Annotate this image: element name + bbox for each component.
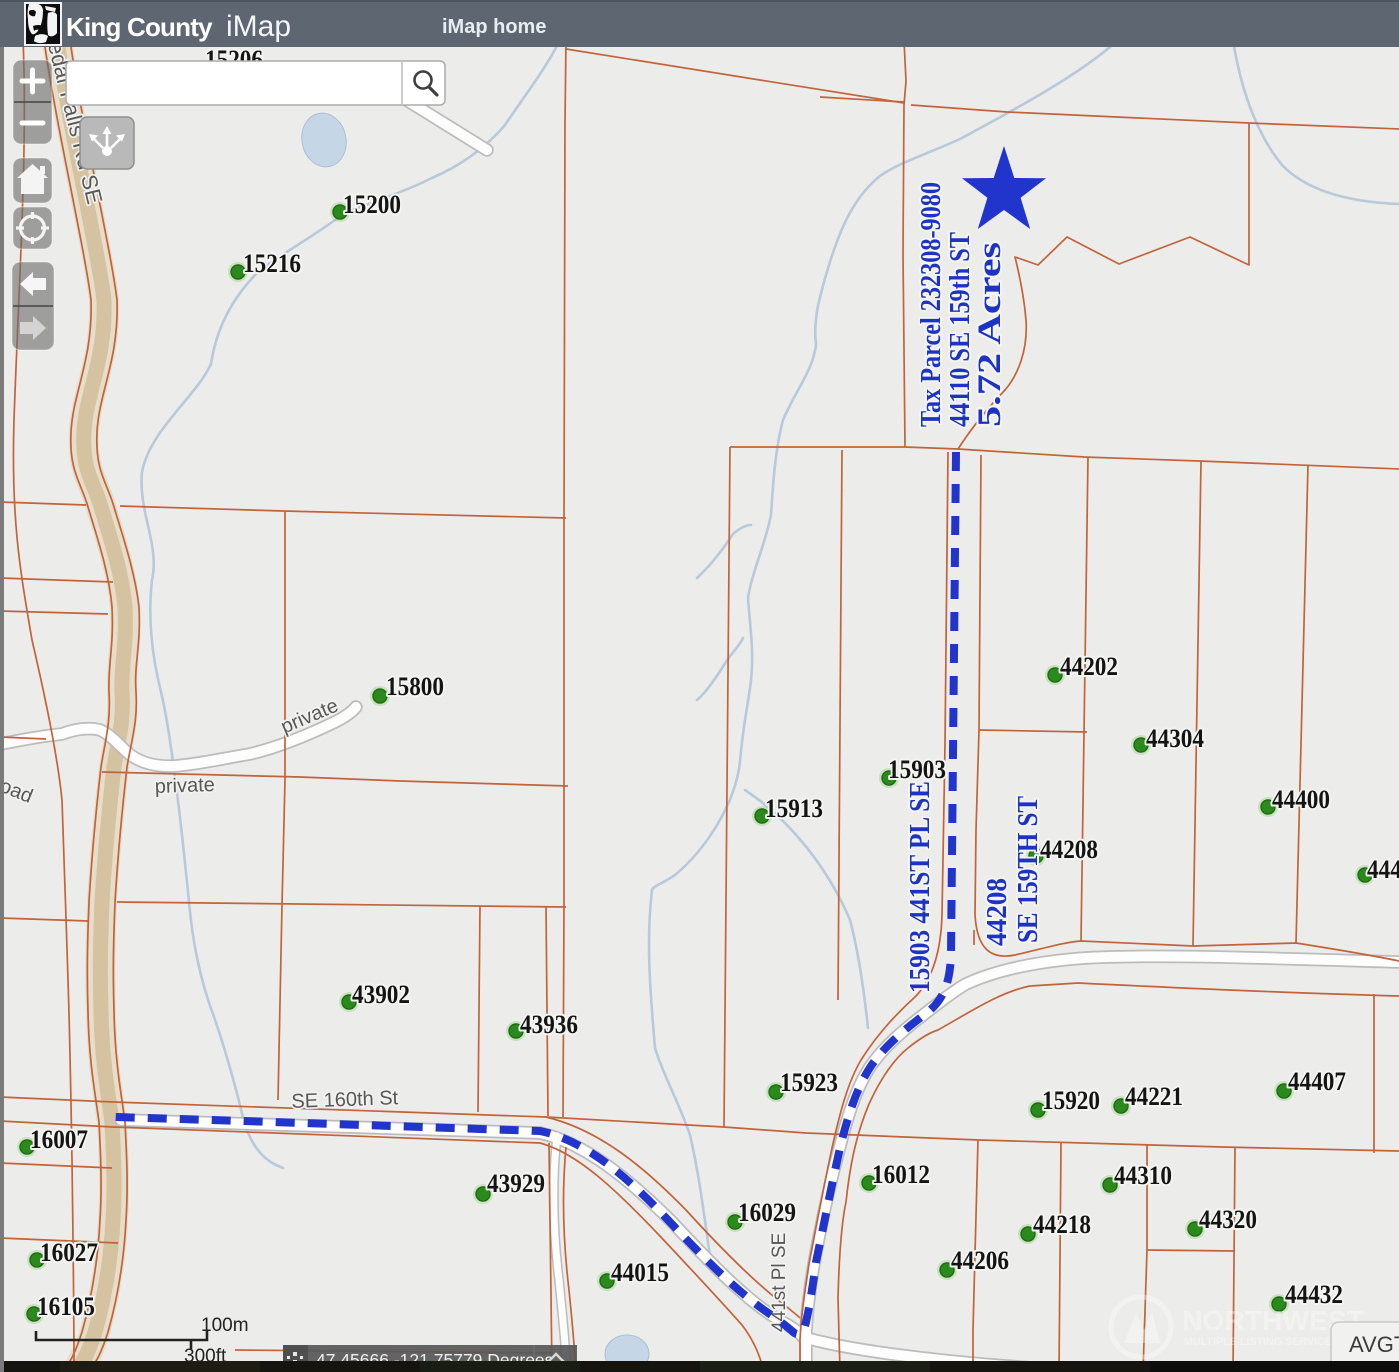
svg-text:16029: 16029 <box>738 1198 796 1227</box>
svg-text:5.72 Acres: 5.72 Acres <box>972 242 1008 427</box>
svg-text:iMap home: iMap home <box>442 16 546 38</box>
svg-text:100m: 100m <box>201 1315 249 1336</box>
svg-text:44320: 44320 <box>1199 1205 1257 1234</box>
svg-text:44432: 44432 <box>1367 855 1399 884</box>
svg-text:SE 160th St: SE 160th St <box>291 1087 399 1113</box>
svg-text:44221: 44221 <box>1125 1082 1183 1111</box>
svg-text:44208: 44208 <box>1040 835 1098 864</box>
svg-text:King County: King County <box>66 12 213 42</box>
svg-text:iMap: iMap <box>226 10 291 43</box>
svg-text:44208: 44208 <box>982 878 1013 946</box>
svg-text:44400: 44400 <box>1272 785 1330 814</box>
svg-text:15913: 15913 <box>765 794 823 823</box>
svg-text:16105: 16105 <box>37 1292 95 1321</box>
svg-text:44218: 44218 <box>1033 1210 1091 1239</box>
svg-text:441st Pl SE: 441st Pl SE <box>769 1233 790 1332</box>
svg-text:16012: 16012 <box>872 1160 930 1189</box>
svg-text:16007: 16007 <box>30 1125 88 1154</box>
svg-text:SE 159TH ST: SE 159TH ST <box>1013 796 1044 943</box>
svg-text:44304: 44304 <box>1146 724 1204 753</box>
svg-text:44202: 44202 <box>1060 652 1118 681</box>
svg-text:15903: 15903 <box>888 755 946 784</box>
svg-text:15920: 15920 <box>1042 1086 1100 1115</box>
svg-text:MULTIPLE LISTING SERVICE: MULTIPLE LISTING SERVICE <box>1184 1336 1332 1348</box>
svg-text:15923: 15923 <box>780 1068 838 1097</box>
svg-text:private: private <box>154 774 215 798</box>
svg-text:15200: 15200 <box>343 190 401 219</box>
svg-text:44407: 44407 <box>1288 1067 1346 1096</box>
svg-text:16027: 16027 <box>40 1238 98 1267</box>
svg-text:43929: 43929 <box>487 1169 545 1198</box>
svg-text:AVGT: AVGT <box>1349 1332 1399 1357</box>
svg-text:43936: 43936 <box>520 1010 578 1039</box>
svg-text:15800: 15800 <box>386 672 444 701</box>
svg-text:44015: 44015 <box>611 1258 669 1287</box>
svg-text:Tax Parcel 232308-9080: Tax Parcel 232308-9080 <box>916 182 947 427</box>
svg-text:43902: 43902 <box>352 980 410 1009</box>
svg-text:44310: 44310 <box>1114 1161 1172 1190</box>
svg-text:44206: 44206 <box>951 1246 1009 1275</box>
svg-text:15903 441ST PL SE: 15903 441ST PL SE <box>905 781 936 993</box>
svg-text:15216: 15216 <box>243 249 301 278</box>
